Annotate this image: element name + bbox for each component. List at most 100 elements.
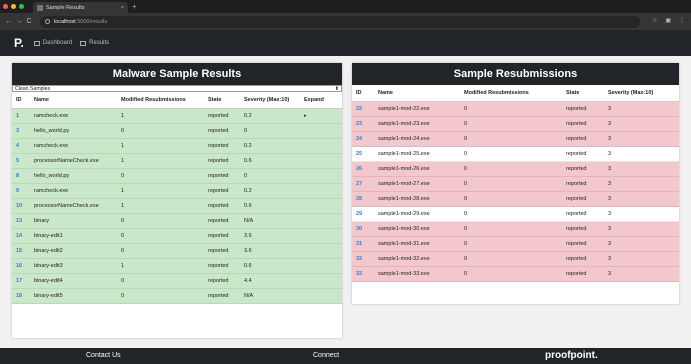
column-header[interactable]: Expand [300, 92, 342, 109]
sample-id-link[interactable]: 17 [12, 273, 30, 289]
sample-state: reported [204, 153, 240, 169]
column-header[interactable]: Name [30, 92, 117, 109]
sample-id-link[interactable]: 18 [12, 288, 30, 304]
column-header[interactable]: ID [12, 92, 30, 109]
sample-id-link[interactable]: 9 [12, 183, 30, 199]
sample-id-link[interactable]: 13 [12, 213, 30, 229]
reload-button[interactable]: C [24, 18, 34, 25]
sample-id-link[interactable]: 25 [352, 146, 374, 162]
table-row[interactable]: 8 hello_world.py 0 reported 0 [12, 168, 342, 184]
column-header[interactable]: ID [352, 85, 374, 102]
table-row[interactable]: 14 binary-edit1 0 reported 3.6 [12, 228, 342, 244]
close-window-icon[interactable] [3, 4, 8, 9]
sample-id-link[interactable]: 3 [12, 123, 30, 139]
table-row[interactable]: 23 sample1-mod-23.exe 0 reported 3 [352, 116, 679, 132]
expand-row-icon[interactable] [300, 153, 342, 169]
sample-id-link[interactable]: 15 [12, 243, 30, 259]
expand-row-icon[interactable] [300, 168, 342, 184]
expand-row-icon[interactable] [300, 183, 342, 199]
minimize-window-icon[interactable] [11, 4, 16, 9]
sample-id-link[interactable]: 32 [352, 251, 374, 267]
sample-state: reported [562, 236, 604, 252]
expand-row-icon[interactable] [300, 198, 342, 214]
table-row[interactable]: 31 sample1-mod-31.exe 0 reported 3 [352, 236, 679, 252]
sample-id-link[interactable]: 4 [12, 138, 30, 154]
table-row[interactable]: 22 sample1-mod-22.exe 0 reported 3 [352, 101, 679, 117]
table-row[interactable]: 28 sample1-mod-28.exe 0 reported 3 [352, 191, 679, 207]
sample-id-link[interactable]: 8 [12, 168, 30, 184]
sample-id-link[interactable]: 23 [352, 116, 374, 132]
maximize-window-icon[interactable] [19, 4, 24, 9]
sample-id-link[interactable]: 28 [352, 191, 374, 207]
address-bar[interactable]: localhost :5000/results [40, 15, 640, 28]
connect-link[interactable]: Connect [313, 352, 339, 359]
sample-id-link[interactable]: 24 [352, 131, 374, 147]
modified-resubmissions: 0 [460, 176, 562, 192]
back-button[interactable]: ← [4, 18, 14, 25]
nav-link-results[interactable]: Results [80, 40, 109, 46]
sample-filter-select[interactable]: Clean Samples ⬍ [12, 85, 342, 92]
table-row[interactable]: 10 processorNameCheck.exe 1 reported 0.6 [12, 198, 342, 214]
browser-tab[interactable]: Sample Results × [33, 2, 128, 13]
site-info-icon[interactable] [45, 19, 50, 24]
table-row[interactable]: 9 ramcheck.exe 1 reported 0.2 [12, 183, 342, 199]
expand-row-icon[interactable] [300, 288, 342, 304]
table-row[interactable]: 16 binary-edit3 1 reported 0.6 [12, 258, 342, 274]
sample-id-link[interactable]: 14 [12, 228, 30, 244]
column-header[interactable]: Name [374, 85, 460, 102]
table-row[interactable]: 3 hello_world.py 0 reported 0 [12, 123, 342, 139]
column-header[interactable]: Modified Resubmissions [117, 92, 204, 109]
table-row[interactable]: 32 sample1-mod-32.exe 0 reported 3 [352, 251, 679, 267]
app-logo[interactable]: P. [14, 36, 24, 50]
column-header[interactable]: Modified Resubmissions [460, 85, 562, 102]
expand-row-icon[interactable] [300, 243, 342, 259]
star-icon[interactable]: ☆ [652, 17, 657, 24]
table-row[interactable]: 30 sample1-mod-30.exe 0 reported 3 [352, 221, 679, 237]
forward-button[interactable]: → [14, 18, 24, 25]
column-header[interactable]: State [562, 85, 604, 102]
table-row[interactable]: 5 processorNameCheck.exe 1 reported 0.6 [12, 153, 342, 169]
sample-id-link[interactable]: 10 [12, 198, 30, 214]
sample-id-link[interactable]: 22 [352, 101, 374, 117]
sample-name: binary-edit2 [30, 243, 117, 259]
sample-id-link[interactable]: 26 [352, 161, 374, 177]
menu-icon[interactable]: ⋮ [679, 17, 685, 24]
table-row[interactable]: 27 sample1-mod-27.exe 0 reported 3 [352, 176, 679, 192]
sample-id-link[interactable]: 31 [352, 236, 374, 252]
nav-link-dashboard[interactable]: Dashboard [33, 40, 72, 46]
modified-resubmissions: 0 [460, 221, 562, 237]
table-row[interactable]: 24 sample1-mod-24.exe 0 reported 3 [352, 131, 679, 147]
expand-row-icon[interactable] [300, 258, 342, 274]
table-row[interactable]: 29 sample1-mod-29.exe 0 reported 3 [352, 206, 679, 222]
expand-row-icon[interactable] [300, 138, 342, 154]
contact-us-link[interactable]: Contact Us [86, 352, 121, 359]
sample-id-link[interactable]: 30 [352, 221, 374, 237]
table-row[interactable]: 26 sample1-mod-26.exe 0 reported 3 [352, 161, 679, 177]
table-row[interactable]: 17 binary-edit4 0 reported 4.4 [12, 273, 342, 289]
sample-id-link[interactable]: 16 [12, 258, 30, 274]
expand-row-icon[interactable] [300, 213, 342, 229]
table-row[interactable]: 18 binary-edit5 0 reported N/A [12, 288, 342, 304]
expand-row-icon[interactable] [300, 228, 342, 244]
column-header[interactable]: State [204, 92, 240, 109]
expand-row-icon[interactable] [300, 273, 342, 289]
table-row[interactable]: 25 sample1-mod-25.exe 0 reported 3 [352, 146, 679, 162]
expand-row-icon[interactable]: ▸ [300, 108, 342, 124]
sample-id-link[interactable]: 1 [12, 108, 30, 124]
sample-severity: N/A [240, 213, 300, 229]
extensions-icon[interactable]: ▣ [665, 17, 671, 24]
new-tab-button[interactable]: + [132, 2, 137, 12]
table-row[interactable]: 15 binary-edit2 0 reported 3.6 [12, 243, 342, 259]
table-row[interactable]: 1 ramcheck.exe 1 reported 0.2 ▸ [12, 108, 342, 124]
table-row[interactable]: 13 binary 0 reported N/A [12, 213, 342, 229]
column-header[interactable]: Severity (Max:10) [604, 85, 679, 102]
tab-close-icon[interactable]: × [121, 5, 124, 11]
sample-id-link[interactable]: 5 [12, 153, 30, 169]
table-row[interactable]: 4 ramcheck.exe 1 reported 0.2 [12, 138, 342, 154]
table-row[interactable]: 33 sample1-mod-33.exe 0 reported 3 [352, 266, 679, 282]
sample-id-link[interactable]: 29 [352, 206, 374, 222]
sample-id-link[interactable]: 27 [352, 176, 374, 192]
column-header[interactable]: Severity (Max:10) [240, 92, 300, 109]
expand-row-icon[interactable] [300, 123, 342, 139]
sample-id-link[interactable]: 33 [352, 266, 374, 282]
